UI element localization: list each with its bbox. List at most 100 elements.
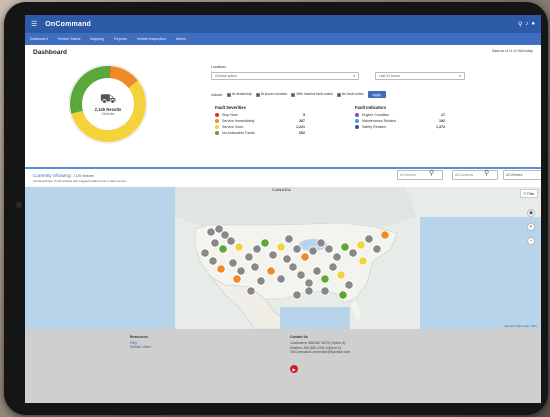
contact-title: Contact Us — [290, 335, 308, 339]
vehicle-map-marker[interactable] — [234, 242, 244, 252]
filter-at-dealership[interactable]: At dealership — [226, 92, 252, 97]
vehicle-map-marker[interactable] — [338, 290, 348, 300]
vehicle-map-marker[interactable] — [364, 234, 374, 244]
map-filter-button[interactable]: ⛛ Filter — [520, 189, 538, 198]
vehicle-map-marker[interactable] — [358, 256, 368, 266]
vehicle-map-marker[interactable] — [348, 248, 358, 258]
nav-item-mapping[interactable]: Mapping — [90, 37, 104, 41]
user-icon[interactable]: ● — [531, 21, 535, 28]
apply-button[interactable]: Apply — [367, 91, 386, 98]
youtube-icon[interactable]: ▶ — [290, 365, 298, 373]
vehicle-map-marker[interactable] — [292, 290, 302, 300]
vehicle-map-marker[interactable] — [292, 244, 302, 254]
vehicle-map-marker[interactable] — [206, 227, 216, 237]
vehicle-map-marker[interactable] — [372, 244, 382, 254]
vehicle-map-marker[interactable] — [260, 238, 270, 248]
vehicle-map-marker[interactable] — [312, 266, 322, 276]
vehicle-map-marker[interactable] — [332, 252, 342, 262]
vehicle-map-marker[interactable] — [246, 286, 256, 296]
vehicle-map-marker[interactable] — [228, 258, 238, 268]
page-footer: Resources FAQ Vehicle Video Contact Us C… — [25, 329, 541, 403]
atlantic-ocean — [420, 217, 541, 329]
vehicle-map-marker[interactable] — [250, 262, 260, 272]
sort-select[interactable]: All Vehicles — [503, 170, 541, 180]
nav-item-admin[interactable]: Admin — [176, 37, 186, 41]
zoom-in-button[interactable]: + — [527, 223, 535, 231]
vehicle-map-marker[interactable] — [296, 270, 306, 280]
vehicle-map-marker[interactable] — [300, 252, 310, 262]
vehicle-map-marker[interactable] — [236, 266, 246, 276]
vehicle-map-marker[interactable] — [226, 236, 236, 246]
vehicle-map-marker[interactable] — [244, 252, 254, 262]
vehicle-map-marker[interactable] — [356, 240, 366, 250]
include-label: Include: — [211, 92, 223, 97]
app-screen: ☰ OnCommand ⚲ ♪ ● Dashboard Vehicle Stat… — [25, 15, 541, 403]
vehicle-map-marker[interactable] — [266, 266, 276, 276]
severities-title: Fault Severities — [215, 105, 246, 110]
vehicle-map-marker[interactable] — [284, 234, 294, 244]
filter-inactive-fault-codes[interactable]: With inactive fault codes — [291, 92, 333, 97]
fault-donut-chart[interactable]: ⛟ 2,145 Results Vehicles — [67, 63, 149, 145]
vehicle-map-marker[interactable] — [380, 230, 390, 240]
vehicle-map-marker[interactable] — [324, 244, 334, 254]
app-logo[interactable]: OnCommand — [45, 21, 91, 28]
vehicle-video-link[interactable]: Vehicle Video — [130, 345, 151, 350]
locate-button[interactable]: ◉ — [527, 209, 535, 217]
locations-label: Locations — [211, 65, 226, 69]
data-timestamp: Data as of 11:10 AM today — [492, 49, 533, 53]
vehicle-map-marker[interactable] — [276, 242, 286, 252]
nav-item-vehicle-inspection[interactable]: Vehicle Inspection — [137, 37, 166, 41]
severity-dot — [215, 113, 219, 117]
vehicle-map-marker[interactable] — [276, 274, 286, 284]
search-icon[interactable]: ⚲ — [518, 21, 522, 28]
nav-item-vehicle-status[interactable]: Vehicle Status — [58, 37, 81, 41]
vehicle-map-marker[interactable] — [200, 248, 210, 258]
vehicle-map-marker[interactable] — [340, 242, 350, 252]
vehicle-map-marker[interactable] — [216, 264, 226, 274]
menu-icon[interactable]: ☰ — [31, 20, 37, 28]
severity-row-no-actionable[interactable]: No Actionable Faults 652 — [215, 130, 305, 136]
period-select-value: Last 24 hours — [379, 74, 400, 78]
vehicle-map-marker[interactable] — [304, 286, 314, 296]
vehicle-map-marker[interactable] — [328, 262, 338, 272]
contact-email[interactable]: OnCommandConnection@Navistar.com — [290, 350, 350, 355]
indicator-row-safety[interactable]: Safety Related 1,372 — [355, 124, 445, 130]
nav-item-dashboard[interactable]: Dashboard — [30, 37, 48, 41]
footer-resources: Resources FAQ Vehicle Video — [130, 335, 151, 350]
vehicle-map-marker[interactable] — [252, 244, 262, 254]
zoom-out-button[interactable]: − — [527, 237, 535, 245]
bell-icon[interactable]: ♪ — [525, 21, 528, 28]
vehicle-map[interactable]: CANADA ⛛ Filter ◉ + − Map data ©2022 Goo… — [25, 187, 541, 329]
vehicle-map-marker[interactable] — [282, 254, 292, 264]
indicator-dot — [355, 113, 359, 117]
vehicle-map-marker[interactable] — [304, 278, 314, 288]
vehicle-map-marker[interactable] — [210, 238, 220, 248]
vehicle-search-input[interactable]: All Vehicles — [397, 170, 443, 180]
filter-at-known-location[interactable]: At known location — [255, 92, 287, 97]
vehicle-map-marker[interactable] — [320, 274, 330, 284]
nav-item-reports[interactable]: Reports — [114, 37, 127, 41]
vehicle-map-marker[interactable] — [288, 262, 298, 272]
chevron-down-icon: ▾ — [459, 74, 461, 78]
vehicle-map-marker[interactable] — [316, 238, 326, 248]
page-title: Dashboard — [33, 49, 67, 56]
vehicle-map-marker[interactable] — [232, 274, 242, 284]
severity-dot — [215, 125, 219, 129]
location-search-input[interactable]: All Locations — [452, 170, 498, 180]
canada-land — [175, 187, 417, 227]
period-select[interactable]: Last 24 hours ▾ — [375, 72, 465, 80]
vehicle-map-marker[interactable] — [218, 244, 228, 254]
vehicle-map-marker[interactable] — [344, 280, 354, 290]
vehicle-map-marker[interactable] — [336, 270, 346, 280]
vehicle-map-marker[interactable] — [320, 286, 330, 296]
location-select[interactable]: Choose option ▾ — [211, 72, 359, 80]
vehicle-map-marker[interactable] — [208, 256, 218, 266]
search-icon[interactable]: ⚲ — [429, 169, 434, 177]
filter-no-fault-codes[interactable]: No fault codes — [336, 92, 364, 97]
search-icon[interactable]: ⚲ — [484, 169, 489, 177]
vehicle-map-marker[interactable] — [268, 250, 278, 260]
vehicle-map-marker[interactable] — [256, 276, 266, 286]
gulf-of-mexico — [280, 307, 350, 329]
vehicle-map-marker[interactable] — [308, 246, 318, 256]
tablet-frame: ☰ OnCommand ⚲ ♪ ● Dashboard Vehicle Stat… — [4, 2, 548, 415]
